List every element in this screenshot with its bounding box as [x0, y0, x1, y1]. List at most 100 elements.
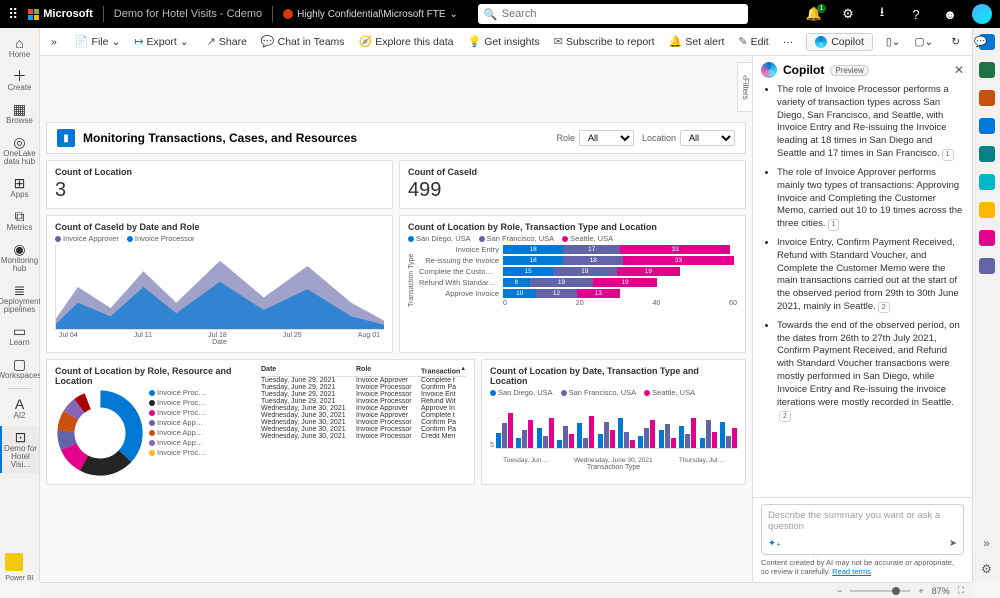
- collapse-icon[interactable]: »: [983, 536, 990, 550]
- close-button[interactable]: ✕: [954, 63, 964, 77]
- read-terms-link[interactable]: Read terms: [832, 567, 871, 576]
- nav-icon: ▢: [13, 357, 26, 371]
- app-icon[interactable]: [979, 118, 995, 134]
- nav-metrics[interactable]: ⧉Metrics: [0, 205, 39, 236]
- transactions-table[interactable]: DateRoleTransaction▲ Tuesday, June 29, 2…: [261, 366, 466, 478]
- notifications-icon[interactable]: 🔔1: [802, 6, 826, 22]
- nav-demo-for-hotel-visi-[interactable]: ⊡Demo for Hotel Visi...: [0, 426, 39, 473]
- nav-icon: ◎: [13, 135, 25, 149]
- copilot-header: Copilot Preview ✕: [753, 56, 972, 84]
- nav-create[interactable]: ＋Create: [0, 65, 39, 96]
- copilot-icon: [815, 36, 827, 48]
- explore-button[interactable]: 🧭Explore this data: [354, 35, 459, 48]
- nav-onelake-data-hub[interactable]: ◎OneLake data hub: [0, 131, 39, 170]
- nav-workspaces[interactable]: ▢Workspaces: [0, 353, 39, 384]
- app-icon[interactable]: [979, 146, 995, 162]
- file-menu[interactable]: 📄File⌄: [70, 35, 125, 48]
- reference-badge[interactable]: 1: [942, 149, 954, 160]
- send-button[interactable]: ➤: [949, 538, 957, 549]
- nav-icon: ⊡: [15, 430, 27, 444]
- expand-button[interactable]: »: [46, 36, 62, 48]
- confidentiality-label[interactable]: Highly Confidential\Microsoft FTE ⌄: [283, 9, 458, 20]
- app-icon[interactable]: [979, 230, 995, 246]
- nav-learn[interactable]: ▭Learn: [0, 320, 39, 351]
- export-menu[interactable]: ↦Export⌄: [129, 35, 193, 48]
- nav-apps[interactable]: ⊞Apps: [0, 172, 39, 203]
- chart-donut-and-table[interactable]: Count of Location by Role, Resource and …: [46, 359, 475, 485]
- zoom-out-button[interactable]: −: [837, 586, 842, 596]
- zoom-in-button[interactable]: +: [918, 586, 923, 596]
- feedback-icon[interactable]: ☻: [938, 7, 962, 22]
- confidentiality-dot-icon: [283, 9, 293, 19]
- nav-icon: ⊞: [14, 176, 26, 190]
- location-select[interactable]: All: [680, 130, 735, 146]
- filters-pane-toggle[interactable]: ‹Filters: [737, 62, 752, 112]
- card-caseid-count[interactable]: Count of CaseId 499: [399, 160, 746, 209]
- app-icon[interactable]: [979, 62, 995, 78]
- refresh-button[interactable]: ↻: [946, 36, 965, 48]
- chart-location-by-role-type[interactable]: Count of Location by Role, Transaction T…: [399, 215, 746, 353]
- workspace-title[interactable]: Demo for Hotel Visits - Cdemo: [114, 8, 262, 20]
- help-icon[interactable]: ?: [904, 7, 928, 22]
- app-icon[interactable]: [979, 174, 995, 190]
- explore-icon: 🧭: [359, 35, 373, 48]
- app-icon[interactable]: [979, 90, 995, 106]
- nav-ai-[interactable]: AAI2: [0, 393, 39, 424]
- donut-legend: Invoice Proc…Invoice Proc…Invoice Proc…I…: [149, 388, 206, 476]
- zoom-level: 87%: [932, 586, 950, 596]
- card-location-count[interactable]: Count of Location 3: [46, 160, 393, 209]
- bookmark-dropdown[interactable]: ▯⌄: [881, 36, 906, 48]
- nav-icon: ⧉: [15, 209, 25, 223]
- chart-location-by-date-type[interactable]: Count of Location by Date, Transaction T…: [481, 359, 746, 485]
- alert-button[interactable]: 🔔Set alert: [664, 35, 730, 48]
- insight-bullet: The role of Invoice Approver performs ma…: [777, 167, 964, 231]
- status-bar: − + 87% ⛶: [40, 582, 972, 598]
- search-box[interactable]: 🔍: [478, 4, 748, 24]
- lightbulb-icon: 💡: [467, 35, 481, 48]
- report-icon: ▮: [57, 129, 75, 147]
- comment-button[interactable]: 💬: [969, 35, 992, 48]
- notification-badge: 1: [817, 4, 826, 13]
- more-button[interactable]: ···: [778, 36, 799, 48]
- role-select[interactable]: All: [579, 130, 634, 146]
- location-filter: Location All: [642, 130, 735, 146]
- view-dropdown[interactable]: ▢⌄: [909, 36, 938, 48]
- reference-badge[interactable]: 2: [779, 411, 791, 422]
- chart-caseid-by-date-role[interactable]: Count of CaseId by Date and Role Invoice…: [46, 215, 393, 353]
- insights-button[interactable]: 💡Get insights: [462, 35, 544, 48]
- reference-badge[interactable]: 2: [878, 302, 890, 313]
- chat-teams-button[interactable]: 💬Chat in Teams: [256, 35, 350, 48]
- app-icon[interactable]: [979, 258, 995, 274]
- copilot-input[interactable]: Describe the summary you want or ask a q…: [761, 504, 964, 555]
- nav-monitoring-hub[interactable]: ◉Monitoring hub: [0, 238, 39, 277]
- nav-icon: A: [15, 397, 24, 411]
- nav-deployment-pipelines[interactable]: ≣Deployment pipelines: [0, 279, 39, 318]
- share-icon: ↗: [207, 35, 216, 48]
- share-button[interactable]: ↗Share: [202, 35, 252, 48]
- settings-icon[interactable]: ⚙: [836, 6, 860, 22]
- favorite-button[interactable]: ★: [996, 36, 1000, 48]
- zoom-slider[interactable]: [850, 590, 910, 592]
- microsoft-squares-icon: [28, 9, 39, 20]
- disclaimer: Content created by AI may not be accurat…: [761, 555, 964, 576]
- nav-browse[interactable]: ▦Browse: [0, 98, 39, 129]
- nav-icon: ≣: [14, 283, 26, 297]
- subscribe-button[interactable]: ✉Subscribe to report: [549, 35, 660, 48]
- app-icon[interactable]: [979, 202, 995, 218]
- preview-badge: Preview: [830, 65, 868, 76]
- sparkle-icon[interactable]: ✦₊: [768, 538, 781, 549]
- user-avatar[interactable]: [972, 4, 992, 24]
- download-icon[interactable]: ⭳: [870, 3, 894, 25]
- nav-icon: ⌂: [15, 36, 23, 50]
- nav-icon: ▦: [13, 102, 26, 116]
- file-icon: 📄: [75, 35, 89, 48]
- reference-badge[interactable]: 1: [828, 219, 840, 230]
- fit-to-page-button[interactable]: ⛶: [958, 585, 964, 596]
- search-input[interactable]: [502, 8, 742, 20]
- edit-button[interactable]: ✎Edit: [733, 35, 773, 48]
- nav-home[interactable]: ⌂Home: [0, 32, 39, 63]
- settings-icon[interactable]: ⚙: [981, 562, 992, 576]
- app-launcher-icon[interactable]: ⠿: [8, 6, 18, 23]
- copilot-button[interactable]: Copilot: [806, 33, 873, 51]
- report-title: Monitoring Transactions, Cases, and Reso…: [83, 131, 548, 145]
